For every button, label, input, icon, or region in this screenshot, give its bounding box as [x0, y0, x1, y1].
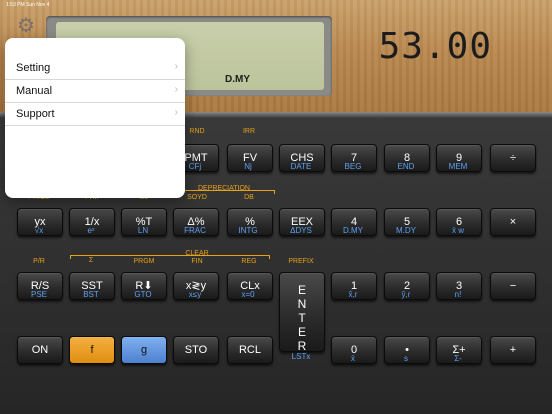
gold-label-reg: REG	[241, 258, 257, 265]
gold-label-prefix: PREFIX	[288, 258, 314, 265]
key-3-blue: n!	[454, 290, 462, 299]
gold-label-db: DB	[244, 194, 254, 201]
key-1-blue: x̂,r	[348, 290, 358, 299]
key-4-blue: D.MY	[343, 226, 363, 235]
status-time: 1:53 PM Sun Nov 4	[6, 2, 50, 8]
gold-label-irr: IRR	[242, 128, 256, 135]
key-sigma-plus-blue: Σ-	[454, 354, 462, 363]
key-percent-total-blue: LN	[137, 226, 149, 235]
key-0-blue: x̄	[351, 354, 355, 363]
key-5-blue: M.DY	[396, 226, 416, 235]
key-rs-blue: PSE	[30, 290, 47, 299]
chevron-right-icon: ›	[174, 84, 178, 95]
key-roll-down-blue: GTO	[134, 290, 152, 299]
chevron-right-icon: ›	[174, 107, 178, 118]
key-enter[interactable]: ENTER	[279, 272, 325, 353]
key-enter-blue: LSTx	[291, 352, 311, 361]
key-2-blue: ŷ,r	[401, 290, 411, 299]
key-clx-blue: x=0	[241, 290, 255, 299]
menu-item-setting[interactable]: Setting ›	[5, 57, 185, 80]
key-6-blue: x̄ w	[452, 226, 464, 235]
key-7-blue: BEG	[344, 162, 362, 171]
menu-item-manual-label: Manual	[16, 85, 53, 97]
key-delta-percent-blue: FRAC	[184, 226, 206, 235]
gold-label-fin: FIN	[191, 258, 203, 265]
key-8-blue: END	[397, 162, 415, 171]
key-enter-label: ENTER	[297, 283, 307, 353]
gold-label-prgm: PRGM	[133, 258, 155, 265]
key-decimal-blue: s	[404, 354, 408, 363]
menu-item-manual[interactable]: Manual ›	[5, 80, 185, 103]
key-divide[interactable]: ÷	[490, 144, 536, 172]
key-yx-blue: √x	[34, 226, 44, 235]
key-chs-blue: DATE	[290, 162, 312, 171]
key-fv-blue: Nj	[244, 162, 252, 171]
key-percent-blue: INTG	[238, 226, 258, 235]
key-plus[interactable]: +	[490, 336, 536, 364]
gear-icon[interactable]: ⚙	[15, 15, 37, 37]
settings-menu: Setting › Manual › Support ›	[5, 38, 185, 198]
key-g[interactable]: g	[121, 336, 167, 364]
key-rcl[interactable]: RCL	[227, 336, 273, 364]
display-value: 53.00	[378, 26, 492, 67]
key-multiply[interactable]: ×	[490, 208, 536, 236]
key-eex-blue: ΔDYS	[290, 226, 312, 235]
menu-item-setting-label: Setting	[16, 62, 51, 74]
menu-item-support[interactable]: Support ›	[5, 103, 185, 126]
key-sst-blue: BST	[83, 290, 99, 299]
key-sto[interactable]: STO	[173, 336, 219, 364]
menu-item-support-label: Support	[16, 108, 55, 120]
status-bar: 1:53 PM Sun Nov 4	[0, 0, 552, 10]
key-swap-blue: x≤y	[188, 290, 202, 299]
key-reciprocal-blue: eˣ	[87, 226, 95, 235]
key-f[interactable]: f	[69, 336, 115, 364]
chevron-right-icon: ›	[174, 61, 178, 72]
key-on[interactable]: ON	[17, 336, 63, 364]
gold-label-pr: P/R	[33, 258, 45, 265]
key-9-blue: MEM	[448, 162, 468, 171]
key-minus[interactable]: −	[490, 272, 536, 300]
display-status: D.MY	[225, 74, 250, 85]
